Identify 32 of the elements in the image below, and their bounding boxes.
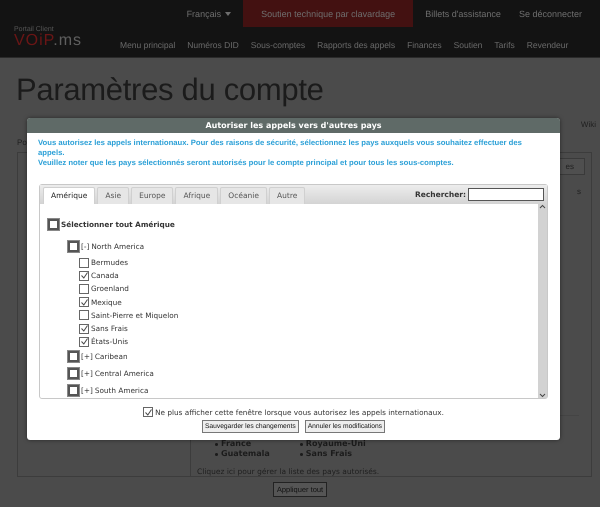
language-selector[interactable]: Français <box>180 0 238 27</box>
scrollbar[interactable] <box>538 204 547 398</box>
dialog-title: Autoriser les appels vers d'autres pays <box>27 118 560 133</box>
nav-item[interactable]: Finances <box>407 40 442 50</box>
nav-item[interactable]: Menu principal <box>120 40 176 50</box>
search-field[interactable] <box>468 188 544 201</box>
checkbox[interactable] <box>79 297 89 308</box>
checkbox[interactable] <box>48 218 59 230</box>
checkbox[interactable] <box>68 385 79 396</box>
scroll-down-icon[interactable] <box>539 393 546 398</box>
checkbox[interactable] <box>79 324 89 334</box>
checkbox[interactable] <box>68 368 79 380</box>
top-link[interactable]: Soutien technique par clavardage <box>243 0 414 27</box>
nav-item[interactable]: Rapports des appels <box>317 40 396 50</box>
nav-item[interactable]: Sous-comptes <box>250 40 306 50</box>
checkbox[interactable] <box>79 258 89 268</box>
top-link[interactable]: Billets d'assistance <box>419 0 507 27</box>
checkbox[interactable] <box>79 310 89 320</box>
scroll-up-icon[interactable] <box>539 204 546 209</box>
nav-item[interactable]: Soutien <box>454 40 482 50</box>
caret-icon <box>225 12 232 16</box>
nav-item[interactable]: Tarifs <box>494 40 515 50</box>
checkbox[interactable] <box>79 336 89 347</box>
top-link[interactable]: Se déconnecter <box>512 0 588 27</box>
checkbox[interactable] <box>79 270 89 281</box>
nav-item[interactable]: Revendeur <box>526 40 568 50</box>
logo[interactable]: VOiP.ms <box>14 32 114 48</box>
nav-item[interactable]: Numéros DID <box>187 40 239 50</box>
checkbox[interactable] <box>68 351 79 362</box>
checkbox[interactable] <box>143 407 154 417</box>
checkbox[interactable] <box>79 284 89 294</box>
checkbox[interactable] <box>68 240 79 252</box>
